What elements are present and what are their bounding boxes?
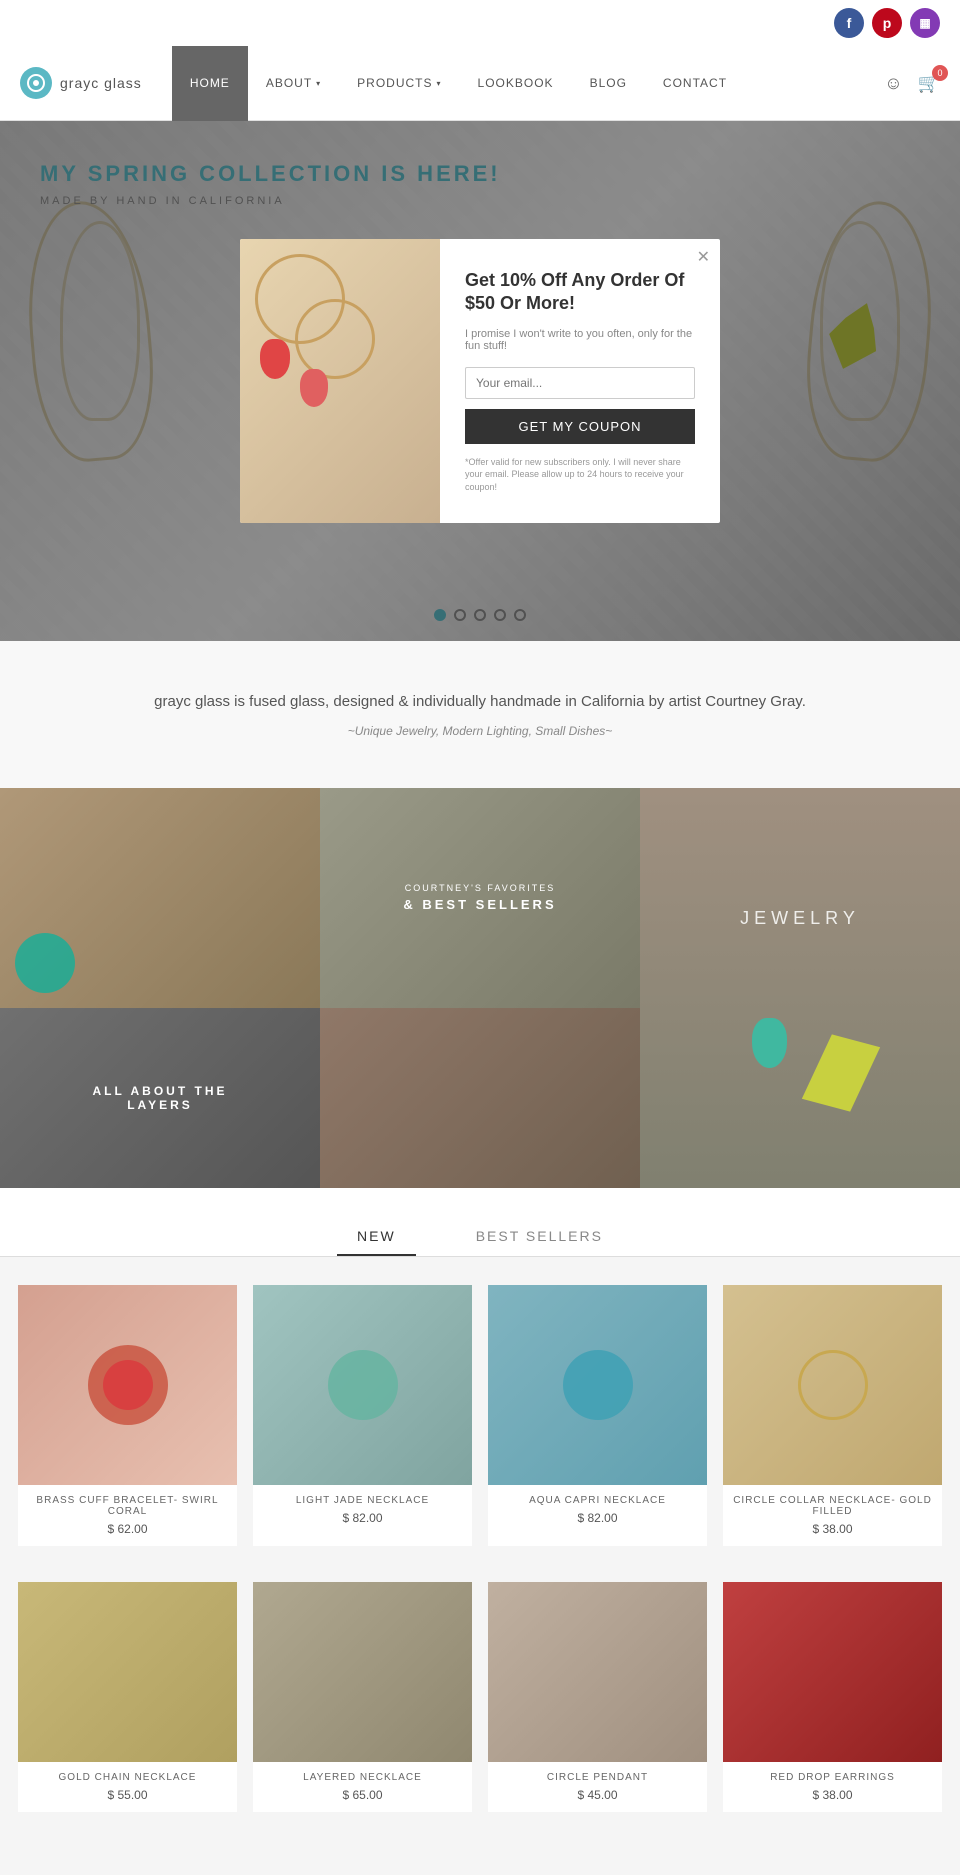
about-sub-text: ~Unique Jewelry, Modern Lighting, Small …	[30, 724, 930, 738]
product-price-3: $ 82.00	[496, 1511, 699, 1525]
product-info-3: AQUA CAPRI NECKLACE $ 82.00	[488, 1485, 707, 1535]
nav-item-home[interactable]: HOME	[172, 46, 248, 121]
product-price-2: $ 82.00	[261, 1511, 464, 1525]
social-bar: f p ▦	[0, 0, 960, 46]
popup-email-input[interactable]	[465, 367, 695, 399]
product-name-1: BRASS CUFF BRACELET- SWIRL CORAL	[26, 1495, 229, 1517]
product-name-5: GOLD CHAIN NECKLACE	[26, 1772, 229, 1783]
product-name-7: CIRCLE PENDANT	[496, 1772, 699, 1783]
jewelry-label: JEWELRY	[740, 908, 860, 929]
product-name-6: LAYERED NECKLACE	[261, 1772, 464, 1783]
product-image-1	[18, 1285, 237, 1485]
product-info-7: CIRCLE PENDANT $ 45.00	[488, 1762, 707, 1812]
nav-item-contact[interactable]: CONTACT	[645, 46, 745, 121]
instagram-icon[interactable]: ▦	[910, 8, 940, 38]
tab-best-sellers[interactable]: BEST SELLERS	[456, 1218, 623, 1256]
product-price-6: $ 65.00	[261, 1788, 464, 1802]
favorites-label-bottom: & BEST SELLERS	[403, 897, 556, 912]
cart-icon[interactable]: 🛒 0	[918, 73, 940, 94]
about-main-text: grayc glass is fused glass, designed & i…	[30, 691, 930, 714]
product-info-4: CIRCLE COLLAR NECKLACE- GOLD FILLED $ 38…	[723, 1485, 942, 1546]
pinterest-icon[interactable]: p	[872, 8, 902, 38]
nav-items: HOME ABOUT ▾ PRODUCTS ▾ LOOKBOOK BLOG CO…	[172, 46, 884, 121]
coupon-button[interactable]: Get My Coupon	[465, 409, 695, 444]
favorites-label-top: COURTNEY'S FAVORITES	[403, 883, 556, 893]
product-card-8[interactable]: RED DROP EARRINGS $ 38.00	[723, 1582, 942, 1812]
logo-text: grayc glass	[60, 75, 142, 91]
coupon-popup: ✕ Get 10% Off Any Order Of $50 Or More! …	[240, 239, 720, 524]
product-image-6	[253, 1582, 472, 1762]
product-image-5	[18, 1582, 237, 1762]
nav-item-blog[interactable]: BLOG	[572, 46, 645, 121]
logo[interactable]: grayc glass	[20, 67, 142, 99]
product-info-6: LAYERED NECKLACE $ 65.00	[253, 1762, 472, 1812]
product-card-4[interactable]: CIRCLE COLLAR NECKLACE- GOLD FILLED $ 38…	[723, 1285, 942, 1546]
nav-icons: ☺ 🛒 0	[884, 73, 940, 94]
product-name-4: CIRCLE COLLAR NECKLACE- GOLD FILLED	[731, 1495, 934, 1517]
product-image-7	[488, 1582, 707, 1762]
grid-cell-necklace1[interactable]	[0, 788, 320, 1009]
product-image-8	[723, 1582, 942, 1762]
account-icon[interactable]: ☺	[884, 73, 902, 94]
main-nav: grayc glass HOME ABOUT ▾ PRODUCTS ▾ LOOK…	[0, 46, 960, 121]
product-price-7: $ 45.00	[496, 1788, 699, 1802]
nav-item-about[interactable]: ABOUT ▾	[248, 46, 339, 121]
product-image-2	[253, 1285, 472, 1485]
product-card-5[interactable]: GOLD CHAIN NECKLACE $ 55.00	[18, 1582, 237, 1812]
grid-cell-favorites[interactable]: COURTNEY'S FAVORITES & BEST SELLERS	[320, 788, 640, 1009]
product-card-6[interactable]: LAYERED NECKLACE $ 65.00	[253, 1582, 472, 1812]
about-section: grayc glass is fused glass, designed & i…	[0, 641, 960, 788]
product-info-2: LIGHT JADE NECKLACE $ 82.00	[253, 1485, 472, 1535]
product-info-5: GOLD CHAIN NECKLACE $ 55.00	[18, 1762, 237, 1812]
product-info-1: BRASS CUFF BRACELET- SWIRL CORAL $ 62.00	[18, 1485, 237, 1546]
tabs-header: NEW BEST SELLERS	[0, 1218, 960, 1257]
nav-item-products[interactable]: PRODUCTS ▾	[339, 46, 459, 121]
product-price-8: $ 38.00	[731, 1788, 934, 1802]
popup-overlay: ✕ Get 10% Off Any Order Of $50 Or More! …	[0, 121, 960, 641]
product-card-3[interactable]: AQUA CAPRI NECKLACE $ 82.00	[488, 1285, 707, 1546]
nav-item-lookbook[interactable]: LOOKBOOK	[460, 46, 572, 121]
tab-new[interactable]: NEW	[337, 1218, 416, 1256]
facebook-icon[interactable]: f	[834, 8, 864, 38]
popup-close-button[interactable]: ✕	[697, 247, 710, 267]
product-image-3	[488, 1285, 707, 1485]
product-price-1: $ 62.00	[26, 1522, 229, 1536]
cart-badge: 0	[932, 65, 948, 81]
popup-subtitle: I promise I won't write to you often, on…	[465, 328, 695, 352]
about-arrow: ▾	[316, 79, 321, 88]
product-name-3: AQUA CAPRI NECKLACE	[496, 1495, 699, 1506]
product-card-2[interactable]: LIGHT JADE NECKLACE $ 82.00	[253, 1285, 472, 1546]
products-arrow: ▾	[437, 79, 442, 88]
grid-cell-necklace2[interactable]	[320, 1008, 640, 1188]
tabs-section: NEW BEST SELLERS	[0, 1188, 960, 1257]
popup-image-panel	[240, 239, 440, 524]
product-card-7[interactable]: CIRCLE PENDANT $ 45.00	[488, 1582, 707, 1812]
product-image-4	[723, 1285, 942, 1485]
products-grid: BRASS CUFF BRACELET- SWIRL CORAL $ 62.00…	[0, 1257, 960, 1574]
product-name-8: RED DROP EARRINGS	[731, 1772, 934, 1783]
product-name-2: LIGHT JADE NECKLACE	[261, 1495, 464, 1506]
popup-disclaimer: *Offer valid for new subscribers only. I…	[465, 456, 695, 494]
grid-cell-layers[interactable]: ALL ABOUT THE LAYERS	[0, 1008, 320, 1188]
layers-label: ALL ABOUT THE LAYERS	[93, 1084, 228, 1112]
product-price-4: $ 38.00	[731, 1522, 934, 1536]
logo-icon	[20, 67, 52, 99]
grid-cell-jewelry[interactable]: JEWELRY	[640, 788, 960, 1188]
product-price-5: $ 55.00	[26, 1788, 229, 1802]
product-info-8: RED DROP EARRINGS $ 38.00	[723, 1762, 942, 1812]
grid-section: COURTNEY'S FAVORITES & BEST SELLERS JEWE…	[0, 788, 960, 1188]
product-card-1[interactable]: BRASS CUFF BRACELET- SWIRL CORAL $ 62.00	[18, 1285, 237, 1546]
hero-section: MY SPRING COLLECTION IS HERE! MADE BY HA…	[0, 121, 960, 641]
popup-content: ✕ Get 10% Off Any Order Of $50 Or More! …	[440, 239, 720, 524]
products-grid-2: GOLD CHAIN NECKLACE $ 55.00 LAYERED NECK…	[0, 1574, 960, 1840]
popup-title: Get 10% Off Any Order Of $50 Or More!	[465, 269, 695, 316]
